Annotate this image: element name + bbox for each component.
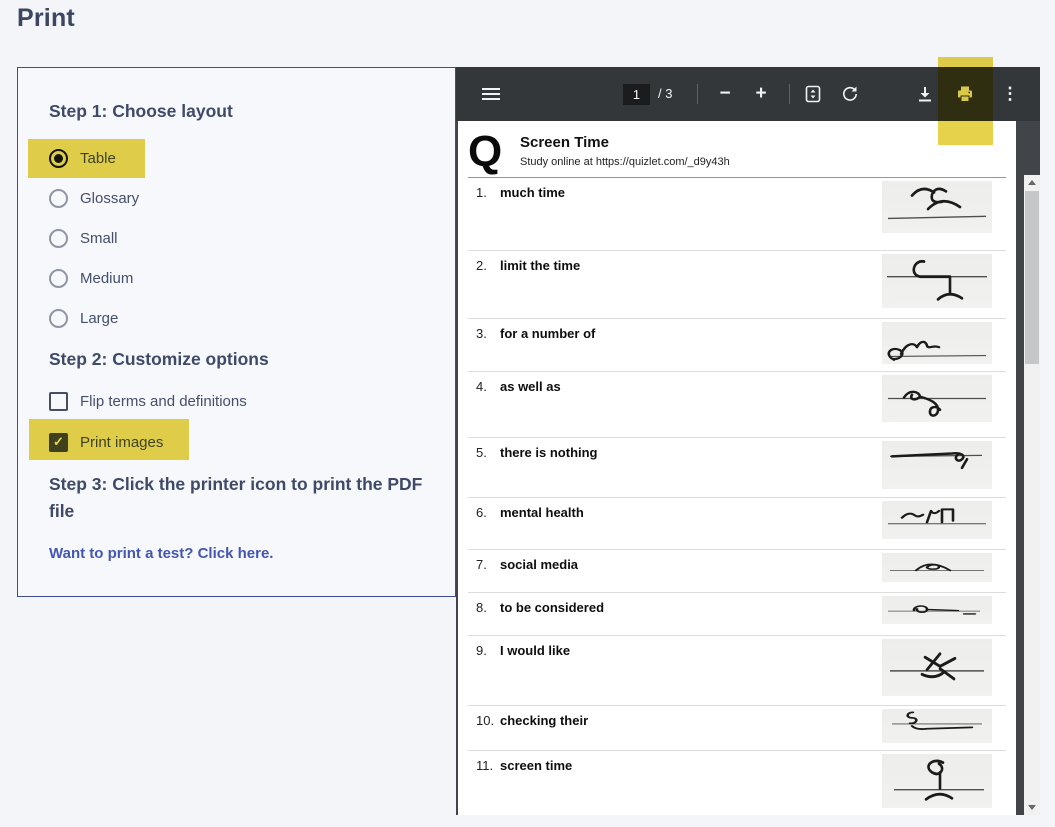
term-text: mental health (500, 505, 584, 520)
term-number: 7. (476, 557, 500, 572)
term-image (882, 441, 992, 489)
term-image (882, 553, 992, 582)
print-options-panel: Step 1: Choose layout Table Glossary Sma… (17, 67, 456, 597)
customize-option-label: Flip terms and definitions (80, 393, 247, 410)
term-text: to be considered (500, 600, 604, 615)
page-title: Print (17, 4, 75, 33)
radio-icon[interactable] (49, 269, 68, 288)
term-text: limit the time (500, 258, 580, 273)
pdf-page: Q Screen Time Study online at https://qu… (458, 121, 1016, 815)
term-image (882, 181, 992, 233)
term-row: 4.as well as (468, 371, 1006, 437)
term-image (882, 322, 992, 364)
term-row: 6.mental health (468, 497, 1006, 549)
page-count-label: / 3 (658, 86, 672, 101)
fit-to-page-icon[interactable] (800, 81, 826, 107)
option-flip-terms[interactable]: Flip terms and definitions (49, 390, 247, 412)
term-text: for a number of (500, 326, 595, 341)
layout-option-label: Small (80, 230, 118, 247)
layout-option-label: Glossary (80, 190, 139, 207)
radio-icon[interactable] (49, 229, 68, 248)
term-row: 8.to be considered (468, 592, 1006, 635)
term-image (882, 754, 992, 808)
quizlet-logo: Q (468, 127, 502, 177)
layout-option-glossary[interactable]: Glossary (49, 187, 139, 209)
term-number: 6. (476, 505, 500, 520)
customize-option-label: Print images (80, 434, 163, 451)
layout-option-small[interactable]: Small (49, 227, 118, 249)
term-text: checking their (500, 713, 588, 728)
term-row: 3.for a number of (468, 318, 1006, 371)
term-number: 2. (476, 258, 500, 273)
rotate-icon[interactable] (837, 81, 863, 107)
layout-option-label: Large (80, 310, 118, 327)
document-subtitle: Study online at https://quizlet.com/_d9y… (520, 156, 730, 168)
pdf-content-area: Q Screen Time Study online at https://qu… (456, 121, 1040, 815)
term-row: 9.I would like (468, 635, 1006, 705)
checkbox-unchecked-icon[interactable] (49, 392, 68, 411)
term-image (882, 254, 992, 308)
toolbar-divider (789, 84, 790, 104)
hamburger-menu-icon[interactable] (478, 81, 504, 107)
term-image (882, 709, 992, 743)
toolbar-divider (697, 84, 698, 104)
term-text: much time (500, 185, 565, 200)
term-row: 11.screen time (468, 750, 1006, 815)
term-number: 1. (476, 185, 500, 200)
term-row: 5.there is nothing (468, 437, 1006, 497)
term-number: 11. (476, 758, 500, 773)
step1-heading: Step 1: Choose layout (49, 98, 233, 125)
term-text: screen time (500, 758, 572, 773)
step3-heading: Step 3: Click the printer icon to print … (49, 471, 449, 525)
page-number-input[interactable] (623, 84, 650, 105)
radio-icon[interactable] (49, 309, 68, 328)
pdf-scrollbar[interactable] (1024, 175, 1040, 815)
layout-option-medium[interactable]: Medium (49, 267, 133, 289)
download-icon[interactable] (912, 81, 938, 107)
zoom-in-button[interactable]: + (748, 81, 774, 107)
term-row: 10.checking their (468, 705, 1006, 750)
layout-option-large[interactable]: Large (49, 307, 118, 329)
term-row: 7.social media (468, 549, 1006, 592)
pdf-toolbar: / 3 − + (456, 67, 1040, 121)
term-number: 10. (476, 713, 500, 728)
term-text: as well as (500, 379, 561, 394)
term-number: 5. (476, 445, 500, 460)
term-text: social media (500, 557, 578, 572)
term-row: 2.limit the time (468, 250, 1006, 318)
term-number: 8. (476, 600, 500, 615)
checkbox-checked-icon[interactable]: ✓ (49, 433, 68, 452)
term-text: I would like (500, 643, 570, 658)
pdf-viewer: / 3 − + (456, 67, 1040, 815)
step2-heading: Step 2: Customize options (49, 346, 269, 373)
radio-selected-icon[interactable] (49, 149, 68, 168)
zoom-out-button[interactable]: − (712, 81, 738, 107)
layout-option-label: Table (80, 150, 116, 167)
hamburger-glyph (482, 88, 500, 100)
option-print-images[interactable]: ✓ Print images (49, 431, 163, 453)
term-row: 1.much time (468, 177, 1006, 250)
print-test-link[interactable]: Want to print a test? Click here. (49, 545, 273, 562)
term-image (882, 596, 992, 624)
term-number: 4. (476, 379, 500, 394)
more-options-icon[interactable]: ⋮ (997, 81, 1023, 107)
print-icon[interactable] (952, 81, 978, 107)
radio-icon[interactable] (49, 189, 68, 208)
term-image (882, 639, 992, 696)
layout-option-table[interactable]: Table (49, 147, 116, 169)
scroll-up-icon[interactable] (1024, 175, 1040, 190)
layout-option-label: Medium (80, 270, 133, 287)
scroll-down-icon[interactable] (1024, 800, 1040, 815)
term-text: there is nothing (500, 445, 598, 460)
term-image (882, 375, 992, 422)
term-number: 3. (476, 326, 500, 341)
term-number: 9. (476, 643, 500, 658)
scrollbar-thumb[interactable] (1025, 191, 1039, 364)
document-title: Screen Time (520, 134, 609, 151)
term-image (882, 501, 992, 539)
